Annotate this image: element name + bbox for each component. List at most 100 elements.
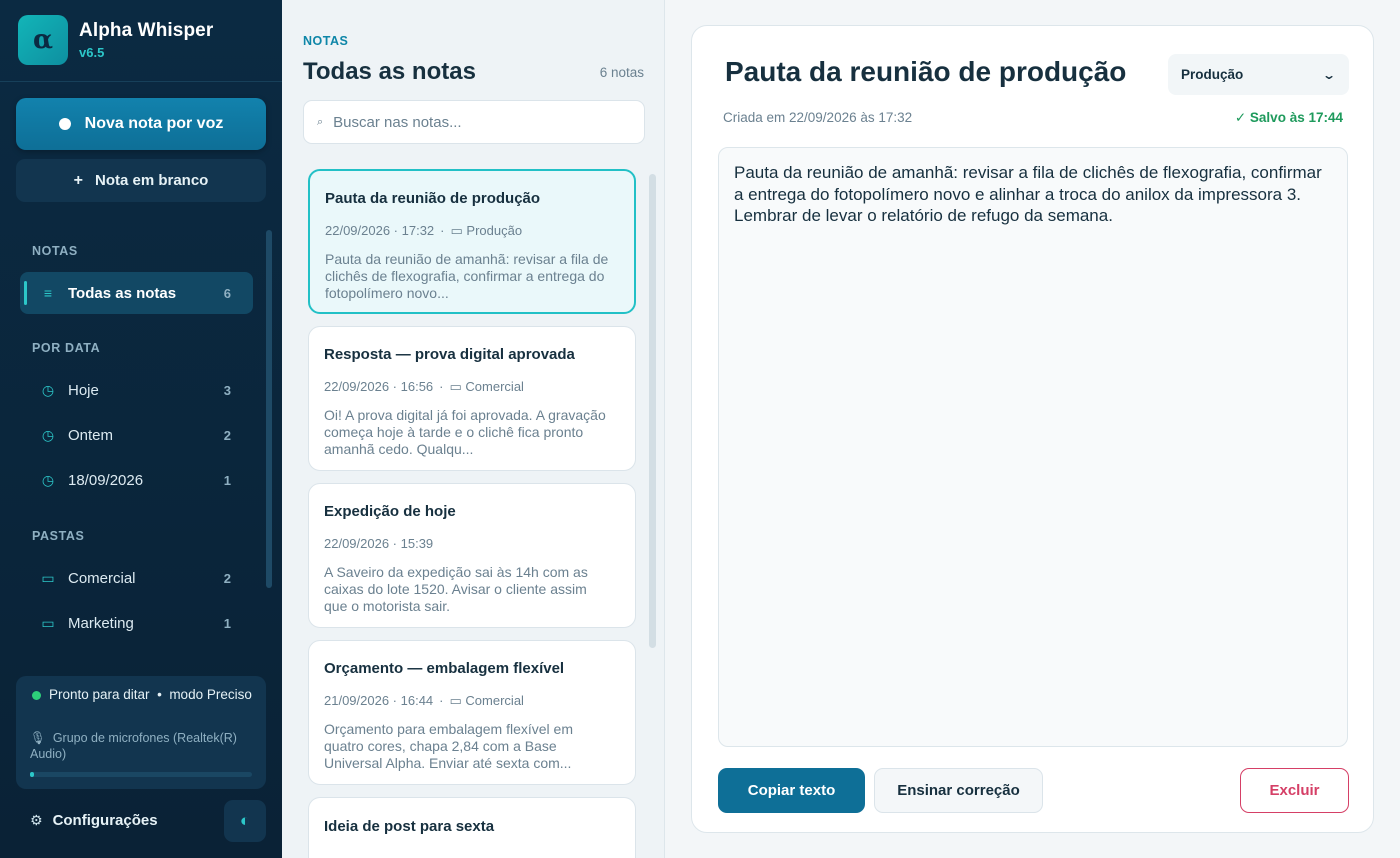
note-card-datetime: 22/09/2026 · 16:56	[324, 379, 434, 394]
new-voice-note-label: Nova nota por voz	[84, 115, 224, 132]
status-ok-dot-icon	[32, 691, 41, 700]
section-by-date-heading: POR DATA	[32, 341, 101, 355]
note-card-meta: 21/09/2026 · 16:44 · ▭ Comercial	[324, 693, 524, 708]
app-version: v6.5	[79, 45, 105, 60]
note-editor: Pauta da reunião de produção Produção ⌄ …	[691, 25, 1374, 833]
gear-icon: ⚙	[30, 812, 43, 828]
folder-select[interactable]: Produção ⌄	[1168, 54, 1349, 95]
note-card-preview: A Saveiro da expedição sai às 14h com as…	[324, 564, 588, 614]
note-card-meta: 22/09/2026 · 17:32 · ▭ Produção	[325, 223, 523, 238]
microphone-info: 🎙 Grupo de microfones (Realtek(R) Audio)	[30, 730, 255, 762]
sidebar-item-today[interactable]: ◷ Hoje 3	[20, 369, 253, 411]
note-card-folder: Comercial	[465, 693, 524, 708]
note-card-title: Resposta — prova digital aprovada	[324, 346, 575, 363]
plus-icon: +	[73, 171, 83, 189]
note-card-datetime: 22/09/2026 · 17:32	[325, 223, 435, 238]
note-card-folder: Produção	[466, 223, 523, 238]
folder-icon: ▭	[41, 569, 55, 586]
folder-icon: ▭	[41, 614, 55, 631]
note-card-meta: 22/09/2026 · 16:56 · ▭ Comercial	[324, 379, 524, 394]
record-dot-icon	[58, 118, 71, 130]
sidebar-item-all-notes[interactable]: ≡ Todas as notas 6	[20, 272, 253, 314]
search-icon: ⌕	[317, 115, 324, 128]
sidebar-scrollbar[interactable]	[266, 230, 272, 588]
sidebar-item-count: 3	[223, 382, 231, 398]
sidebar-divider	[0, 81, 282, 82]
note-card[interactable]: Expedição de hoje 22/09/2026 · 15:39 A S…	[308, 483, 636, 628]
note-card[interactable]: Orçamento — embalagem flexível 21/09/202…	[308, 640, 636, 785]
sidebar-item-count: 1	[223, 472, 231, 488]
theme-toggle-button[interactable]: ◐	[224, 800, 266, 842]
sidebar-item-label: Ontem	[68, 426, 114, 444]
list-scrollbar[interactable]	[649, 174, 656, 648]
search-input[interactable]	[333, 113, 624, 131]
dictation-status-card: Pronto para ditar • modo Preciso 🎙 Grupo…	[16, 676, 266, 789]
note-body-textarea[interactable]: Pauta da reunião de amanhã: revisar a fi…	[718, 147, 1348, 747]
note-card[interactable]: Ideia de post para sexta	[308, 797, 636, 858]
chevron-down-icon: ⌄	[1321, 67, 1337, 82]
new-blank-note-label: Nota em branco	[94, 172, 209, 189]
clock-icon: ◷	[41, 426, 55, 443]
new-blank-note-button[interactable]: + Nota em branco	[16, 159, 266, 202]
save-status: ✓ Salvo às 17:44	[1234, 110, 1343, 125]
sidebar-item-label: Comercial	[68, 569, 136, 587]
sidebar-item-label: Marketing	[68, 614, 134, 632]
audio-level-fill	[30, 772, 35, 777]
sidebar-item-marketing[interactable]: ▭ Marketing 1	[20, 602, 253, 644]
sidebar: α Alpha Whisper v6.5 Nova nota por voz +…	[0, 0, 282, 858]
notes-list-panel: NOTAS Todas as notas 6 notas ⌕ Pauta da …	[282, 0, 665, 858]
note-created-date: Criada em 22/09/2026 às 17:32	[723, 110, 913, 125]
list-eyebrow: NOTAS	[303, 34, 349, 48]
note-card-title: Orçamento — embalagem flexível	[324, 660, 565, 677]
audio-level-meter	[30, 772, 252, 777]
new-voice-note-button[interactable]: Nova nota por voz	[16, 98, 266, 150]
folder-icon: ▭	[450, 223, 463, 238]
folder-icon: ▭	[449, 379, 462, 394]
sidebar-item-comercial[interactable]: ▭ Comercial 2	[20, 557, 253, 599]
note-card-datetime: 21/09/2026 · 16:44	[324, 693, 434, 708]
note-card-preview: Oi! A prova digital já foi aprovada. A g…	[324, 407, 606, 457]
note-card-preview: Orçamento para embalagem flexível em qua…	[324, 721, 573, 771]
sidebar-item-count: 2	[223, 570, 231, 586]
settings-label: Configurações	[52, 812, 158, 829]
microphone-name: Grupo de microfones (Realtek(R) Audio)	[30, 731, 237, 761]
teach-correction-button[interactable]: Ensinar correção	[874, 768, 1043, 813]
status-mode-text: modo Preciso	[169, 687, 252, 702]
app-name: Alpha Whisper	[79, 20, 214, 41]
sidebar-item-count: 2	[223, 427, 231, 443]
folder-icon: ▭	[449, 693, 462, 708]
search-box: ⌕	[303, 100, 645, 144]
clock-icon: ◷	[41, 381, 55, 398]
sidebar-item-date-18-09[interactable]: ◷ 18/09/2026 1	[20, 459, 253, 501]
section-folders-heading: PASTAS	[32, 529, 85, 543]
sidebar-item-label: 18/09/2026	[68, 471, 144, 489]
note-card-folder: Comercial	[465, 379, 524, 394]
section-notes-heading: NOTAS	[32, 244, 78, 258]
app-logo: α	[18, 15, 68, 65]
sidebar-item-label: Todas as notas	[68, 284, 177, 302]
list-title: Todas as notas	[303, 58, 476, 85]
note-title[interactable]: Pauta da reunião de produção	[725, 56, 1126, 88]
delete-button[interactable]: Excluir	[1240, 768, 1349, 813]
contrast-icon: ◐	[239, 811, 251, 830]
settings-button[interactable]: ⚙ Configurações	[30, 812, 158, 829]
note-card-preview: Pauta da reunião de amanhã: revisar a fi…	[325, 251, 609, 301]
microphone-icon: 🎙	[30, 731, 46, 745]
brand: α Alpha Whisper v6.5	[18, 15, 213, 65]
note-card-title: Pauta da reunião de produção	[325, 190, 541, 207]
note-card[interactable]: Resposta — prova digital aprovada 22/09/…	[308, 326, 636, 471]
note-card-title: Expedição de hoje	[324, 503, 456, 520]
sidebar-item-label: Hoje	[68, 381, 99, 399]
folder-select-value: Produção	[1181, 67, 1244, 82]
note-card-meta: 22/09/2026 · 15:39	[324, 536, 433, 551]
sidebar-item-yesterday[interactable]: ◷ Ontem 2	[20, 414, 253, 456]
note-card[interactable]: Pauta da reunião de produção 22/09/2026 …	[308, 169, 636, 314]
list-count: 6 notas	[599, 65, 644, 80]
dictation-status: Pronto para ditar • modo Preciso	[32, 686, 252, 703]
sidebar-item-count: 6	[223, 285, 231, 301]
sidebar-item-count: 1	[223, 615, 231, 631]
clock-icon: ◷	[41, 471, 55, 488]
note-card-title: Ideia de post para sexta	[324, 818, 495, 835]
copy-text-button[interactable]: Copiar texto	[718, 768, 865, 813]
status-ready-text: Pronto para ditar	[49, 687, 150, 702]
